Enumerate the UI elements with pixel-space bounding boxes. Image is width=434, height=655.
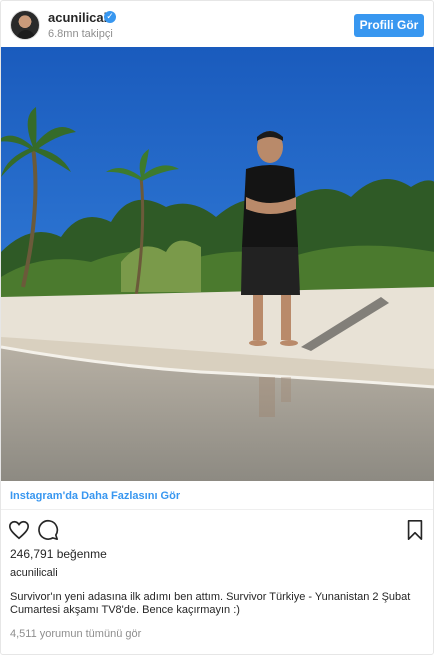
avatar[interactable]	[10, 10, 40, 40]
action-bar	[1, 517, 433, 543]
follower-count: 6.8mn takipçi	[48, 28, 113, 40]
post-photo[interactable]	[1, 47, 434, 481]
beach-photo-illustration	[1, 47, 434, 481]
heart-icon[interactable]	[8, 519, 30, 541]
instagram-embed-card: acunilicali ✓ 6.8mn takipçi Profili Gör	[0, 0, 434, 655]
like-count[interactable]: 246,791 beğenme	[10, 547, 107, 561]
divider	[1, 509, 433, 510]
post-owner[interactable]: acunilicali	[10, 567, 58, 579]
verified-badge-icon: ✓	[104, 11, 116, 23]
view-all-comments-link[interactable]: 4,511 yorumun tümünü gör	[10, 628, 141, 640]
comment-icon[interactable]	[37, 519, 59, 541]
more-on-instagram-link[interactable]: Instagram'da Daha Fazlasını Gör	[10, 490, 180, 502]
bookmark-icon[interactable]	[404, 519, 426, 541]
username-link[interactable]: acunilicali	[48, 10, 111, 25]
post-caption: Survivor'ın yeni adasına ilk adımı ben a…	[10, 591, 411, 616]
view-profile-button[interactable]: Profili Gör	[354, 14, 424, 37]
post-header: acunilicali ✓ 6.8mn takipçi Profili Gör	[1, 1, 433, 47]
